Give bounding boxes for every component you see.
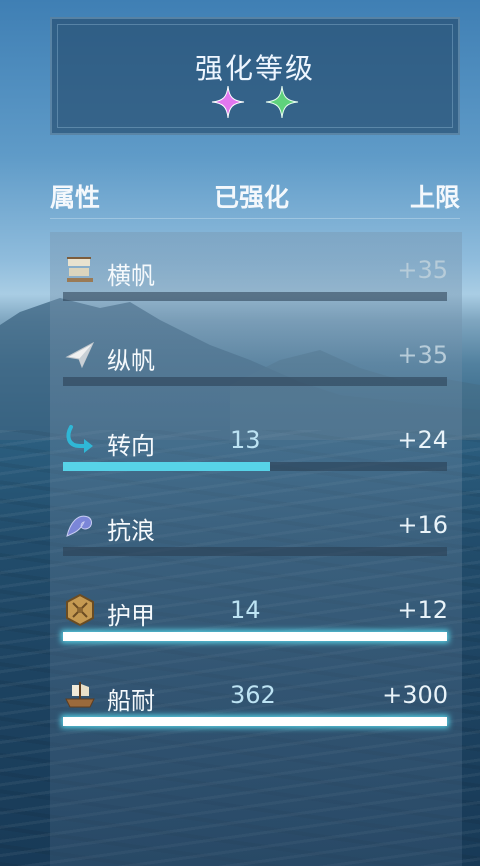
star-rating <box>52 85 458 123</box>
stat-name: 护甲 <box>107 602 155 630</box>
stat-row-wave-resistance[interactable]: 抗浪 +16 <box>50 487 462 567</box>
stat-enhanced: 13 <box>230 426 261 454</box>
stat-name: 转向 <box>107 432 155 460</box>
pink-sparkle-star-icon <box>212 85 245 119</box>
progress-bar-track <box>63 632 447 641</box>
progress-bar-fill <box>63 632 447 641</box>
stat-enhanced: 14 <box>230 596 261 624</box>
page-title: 强化等级 <box>194 52 315 85</box>
stat-limit: +16 <box>397 511 448 539</box>
stat-row-fore-and-aft-sail[interactable]: 纵帆 +35 <box>50 317 462 397</box>
wave-icon <box>66 515 93 537</box>
stat-row-square-sail[interactable]: 横帆 +35 <box>50 232 462 312</box>
progress-bar-track <box>63 377 447 386</box>
stat-name: 船耐 <box>107 687 155 715</box>
progress-bar-track <box>63 292 447 301</box>
stat-name: 横帆 <box>107 262 155 290</box>
stat-name: 纵帆 <box>107 347 155 375</box>
stat-limit: +300 <box>382 681 448 709</box>
green-sparkle-star-icon <box>265 85 298 119</box>
progress-bar-track <box>63 717 447 726</box>
fore-and-aft-sail-icon <box>65 341 95 369</box>
column-header-enhanced: 已强化 <box>214 183 290 212</box>
stat-limit: +12 <box>397 596 448 624</box>
stats-panel: 横帆 +35 纵帆 +35 转向 13 +24 抗浪 +16 护甲 14 +12… <box>50 232 462 866</box>
stat-enhanced: 362 <box>230 681 276 709</box>
armor-plate-icon <box>66 594 94 626</box>
stat-row-ship-durability[interactable]: 船耐 362 +300 <box>50 657 462 737</box>
enhance-level-header: 强化等级 <box>50 17 460 135</box>
column-header-attribute: 属性 <box>50 183 101 212</box>
stat-limit: +35 <box>397 256 448 284</box>
stat-row-armor[interactable]: 护甲 14 +12 <box>50 572 462 652</box>
column-header-limit: 上限 <box>409 183 460 212</box>
stat-limit: +35 <box>397 341 448 369</box>
stat-limit: +24 <box>397 426 448 454</box>
progress-bar-track <box>63 462 447 471</box>
ship-durability-icon <box>65 682 95 708</box>
square-sail-icon <box>67 257 93 282</box>
progress-bar-fill <box>63 717 447 726</box>
turn-arrow-icon <box>66 425 93 453</box>
progress-bar-fill <box>63 462 271 471</box>
header-divider <box>50 218 460 219</box>
stat-row-steering[interactable]: 转向 13 +24 <box>50 402 462 482</box>
progress-bar-track <box>63 547 447 556</box>
stat-name: 抗浪 <box>107 517 155 545</box>
